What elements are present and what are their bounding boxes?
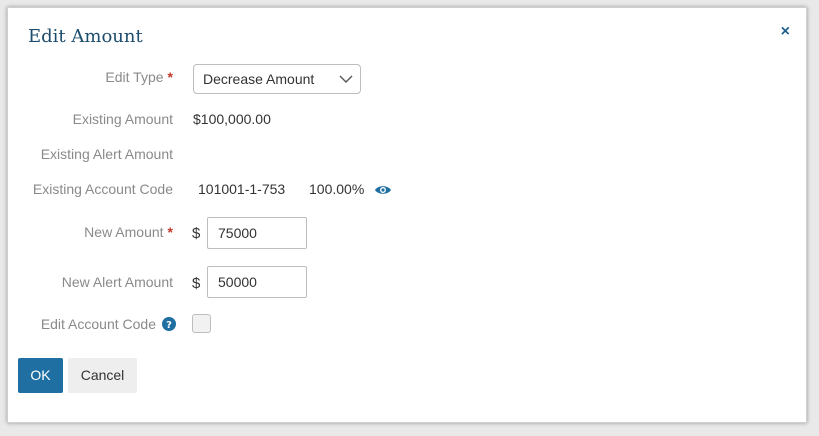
new-amount-input[interactable]: 75000 — [207, 217, 307, 249]
required-marker: * — [167, 224, 173, 240]
existing-amount-value: $100,000.00 — [193, 111, 271, 127]
svg-text:?: ? — [166, 320, 172, 331]
edit-type-select[interactable]: Decrease Amount — [193, 64, 361, 94]
new-amount-label: New Amount * — [84, 224, 173, 240]
edit-type-label-text: Edit Type — [105, 69, 164, 85]
cancel-button[interactable]: Cancel — [68, 358, 137, 393]
new-alert-amount-label: New Alert Amount — [61, 274, 173, 290]
existing-amount-label: Existing Amount — [72, 111, 173, 127]
existing-account-code-percent: 100.00% — [309, 181, 365, 197]
currency-symbol: $ — [192, 225, 201, 242]
question-circle-icon[interactable]: ? — [162, 317, 176, 331]
edit-amount-dialog: Edit Amount × Edit Type * Decrease Amount… — [7, 7, 807, 423]
ok-button[interactable]: OK — [18, 358, 63, 393]
chevron-down-icon — [339, 75, 353, 83]
new-alert-amount-input[interactable]: 50000 — [207, 266, 307, 298]
close-icon[interactable]: × — [781, 24, 790, 40]
existing-alert-amount-label: Existing Alert Amount — [40, 146, 173, 162]
edit-type-selected-value: Decrease Amount — [203, 71, 315, 87]
existing-account-code-value: 101001-1-753 — [198, 181, 286, 197]
edit-type-label: Edit Type * — [105, 69, 173, 85]
edit-account-code-checkbox[interactable] — [192, 314, 211, 333]
required-marker: * — [167, 69, 173, 85]
existing-account-code-label: Existing Account Code — [32, 181, 173, 197]
currency-symbol: $ — [192, 275, 201, 292]
new-amount-label-text: New Amount — [84, 224, 164, 240]
eye-icon[interactable] — [374, 184, 392, 196]
edit-account-code-label: Edit Account Code — [40, 316, 156, 332]
dialog-title: Edit Amount — [28, 26, 143, 47]
